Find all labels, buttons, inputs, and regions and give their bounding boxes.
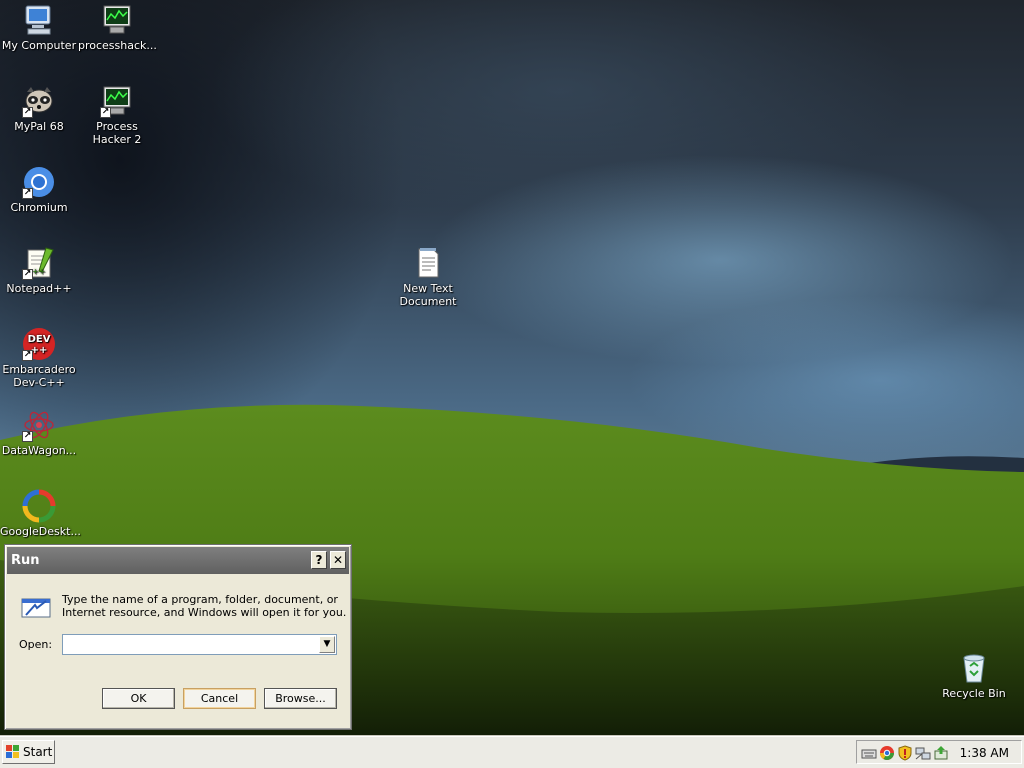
desktop-icon-googledesktop[interactable]: GoogleDeskt... (0, 489, 81, 538)
desktop-icon-new-text-document[interactable]: New Text Document (389, 246, 467, 308)
desktop: My Computer processhack... ↗ MyPal 68 ↗ … (0, 0, 1024, 736)
keyboard-icon[interactable] (861, 745, 877, 761)
clock[interactable]: 1:38 AM (960, 746, 1009, 760)
desktop-icon-notepadpp[interactable]: ++ ↗ Notepad++ (0, 246, 78, 295)
run-dialog-title: Run (11, 553, 40, 568)
open-label: Open: (19, 638, 53, 651)
chevron-down-icon[interactable]: ▼ (319, 636, 335, 653)
taskbar: Start 1:38 AM (0, 736, 1024, 768)
start-label: Start (23, 745, 53, 759)
desktop-icon-label: Chromium (10, 201, 68, 214)
run-icon (21, 598, 51, 618)
svg-text:DEV: DEV (28, 334, 51, 345)
open-combobox[interactable]: ▼ (62, 634, 337, 655)
text-document-icon (418, 248, 439, 278)
svg-text:++: ++ (32, 267, 45, 276)
desktop-icon-datawagon[interactable]: ↗ DataWagon... (0, 408, 78, 457)
help-button[interactable]: ? (311, 551, 327, 569)
google-desktop-icon (22, 489, 56, 523)
desktop-icon-label: My Computer (1, 39, 77, 52)
desktop-icon-processhacker-folder[interactable]: processhack... (78, 3, 157, 52)
desktop-icon-label: Recycle Bin (942, 687, 1006, 700)
system-tray: 1:38 AM (856, 740, 1022, 764)
desktop-icon-label: processhack... (78, 39, 157, 52)
recycle-bin-icon (963, 654, 985, 683)
shortcut-arrow-icon: ↗ (100, 107, 111, 118)
desktop-icon-label: New Text Document (399, 282, 457, 308)
desktop-icon-process-hacker[interactable]: ↗ Process Hacker 2 (78, 84, 156, 146)
shortcut-arrow-icon: ↗ (22, 269, 33, 280)
open-input[interactable] (63, 635, 315, 654)
run-dialog-description: Type the name of a program, folder, docu… (62, 593, 347, 619)
desktop-icon-my-computer[interactable]: My Computer (0, 3, 78, 52)
run-dialog: Run ? ✕ Type the name of a program, fold… (4, 544, 352, 730)
shortcut-arrow-icon: ↗ (22, 431, 33, 442)
desktop-icon-label: Embarcadero Dev-C++ (2, 363, 76, 389)
browse-button[interactable]: Browse... (264, 688, 337, 709)
chromium-tray-icon[interactable] (879, 745, 895, 761)
computer-icon (25, 5, 51, 35)
desktop-icon-devcpp[interactable]: DEV ++ ↗ Embarcadero Dev-C++ (0, 327, 78, 389)
desktop-icon-chromium[interactable]: ↗ Chromium (0, 165, 78, 214)
desktop-icon-mypal[interactable]: ↗ MyPal 68 (0, 84, 78, 133)
desktop-icon-label: Process Hacker 2 (92, 120, 142, 146)
network-icon[interactable] (915, 745, 931, 761)
desktop-icon-label: GoogleDeskt... (0, 525, 81, 538)
ok-button[interactable]: OK (102, 688, 175, 709)
process-hacker-icon (103, 5, 131, 34)
desktop-icon-label: Notepad++ (6, 282, 72, 295)
svg-text:++: ++ (31, 345, 48, 356)
close-button[interactable]: ✕ (330, 551, 346, 569)
run-dialog-titlebar[interactable]: Run ? ✕ (7, 547, 349, 574)
start-button[interactable]: Start (2, 740, 55, 764)
desktop-icon-label: DataWagon... (1, 444, 77, 457)
desktop-icon-label: MyPal 68 (14, 120, 64, 133)
windows-logo-icon (6, 745, 19, 758)
shortcut-arrow-icon: ↗ (22, 107, 33, 118)
update-icon[interactable] (933, 745, 949, 761)
desktop-icon-recycle-bin[interactable]: Recycle Bin (935, 651, 1013, 700)
shortcut-arrow-icon: ↗ (22, 188, 33, 199)
security-shield-icon[interactable] (897, 745, 913, 761)
shortcut-arrow-icon: ↗ (22, 350, 33, 361)
cancel-button[interactable]: Cancel (183, 688, 256, 709)
